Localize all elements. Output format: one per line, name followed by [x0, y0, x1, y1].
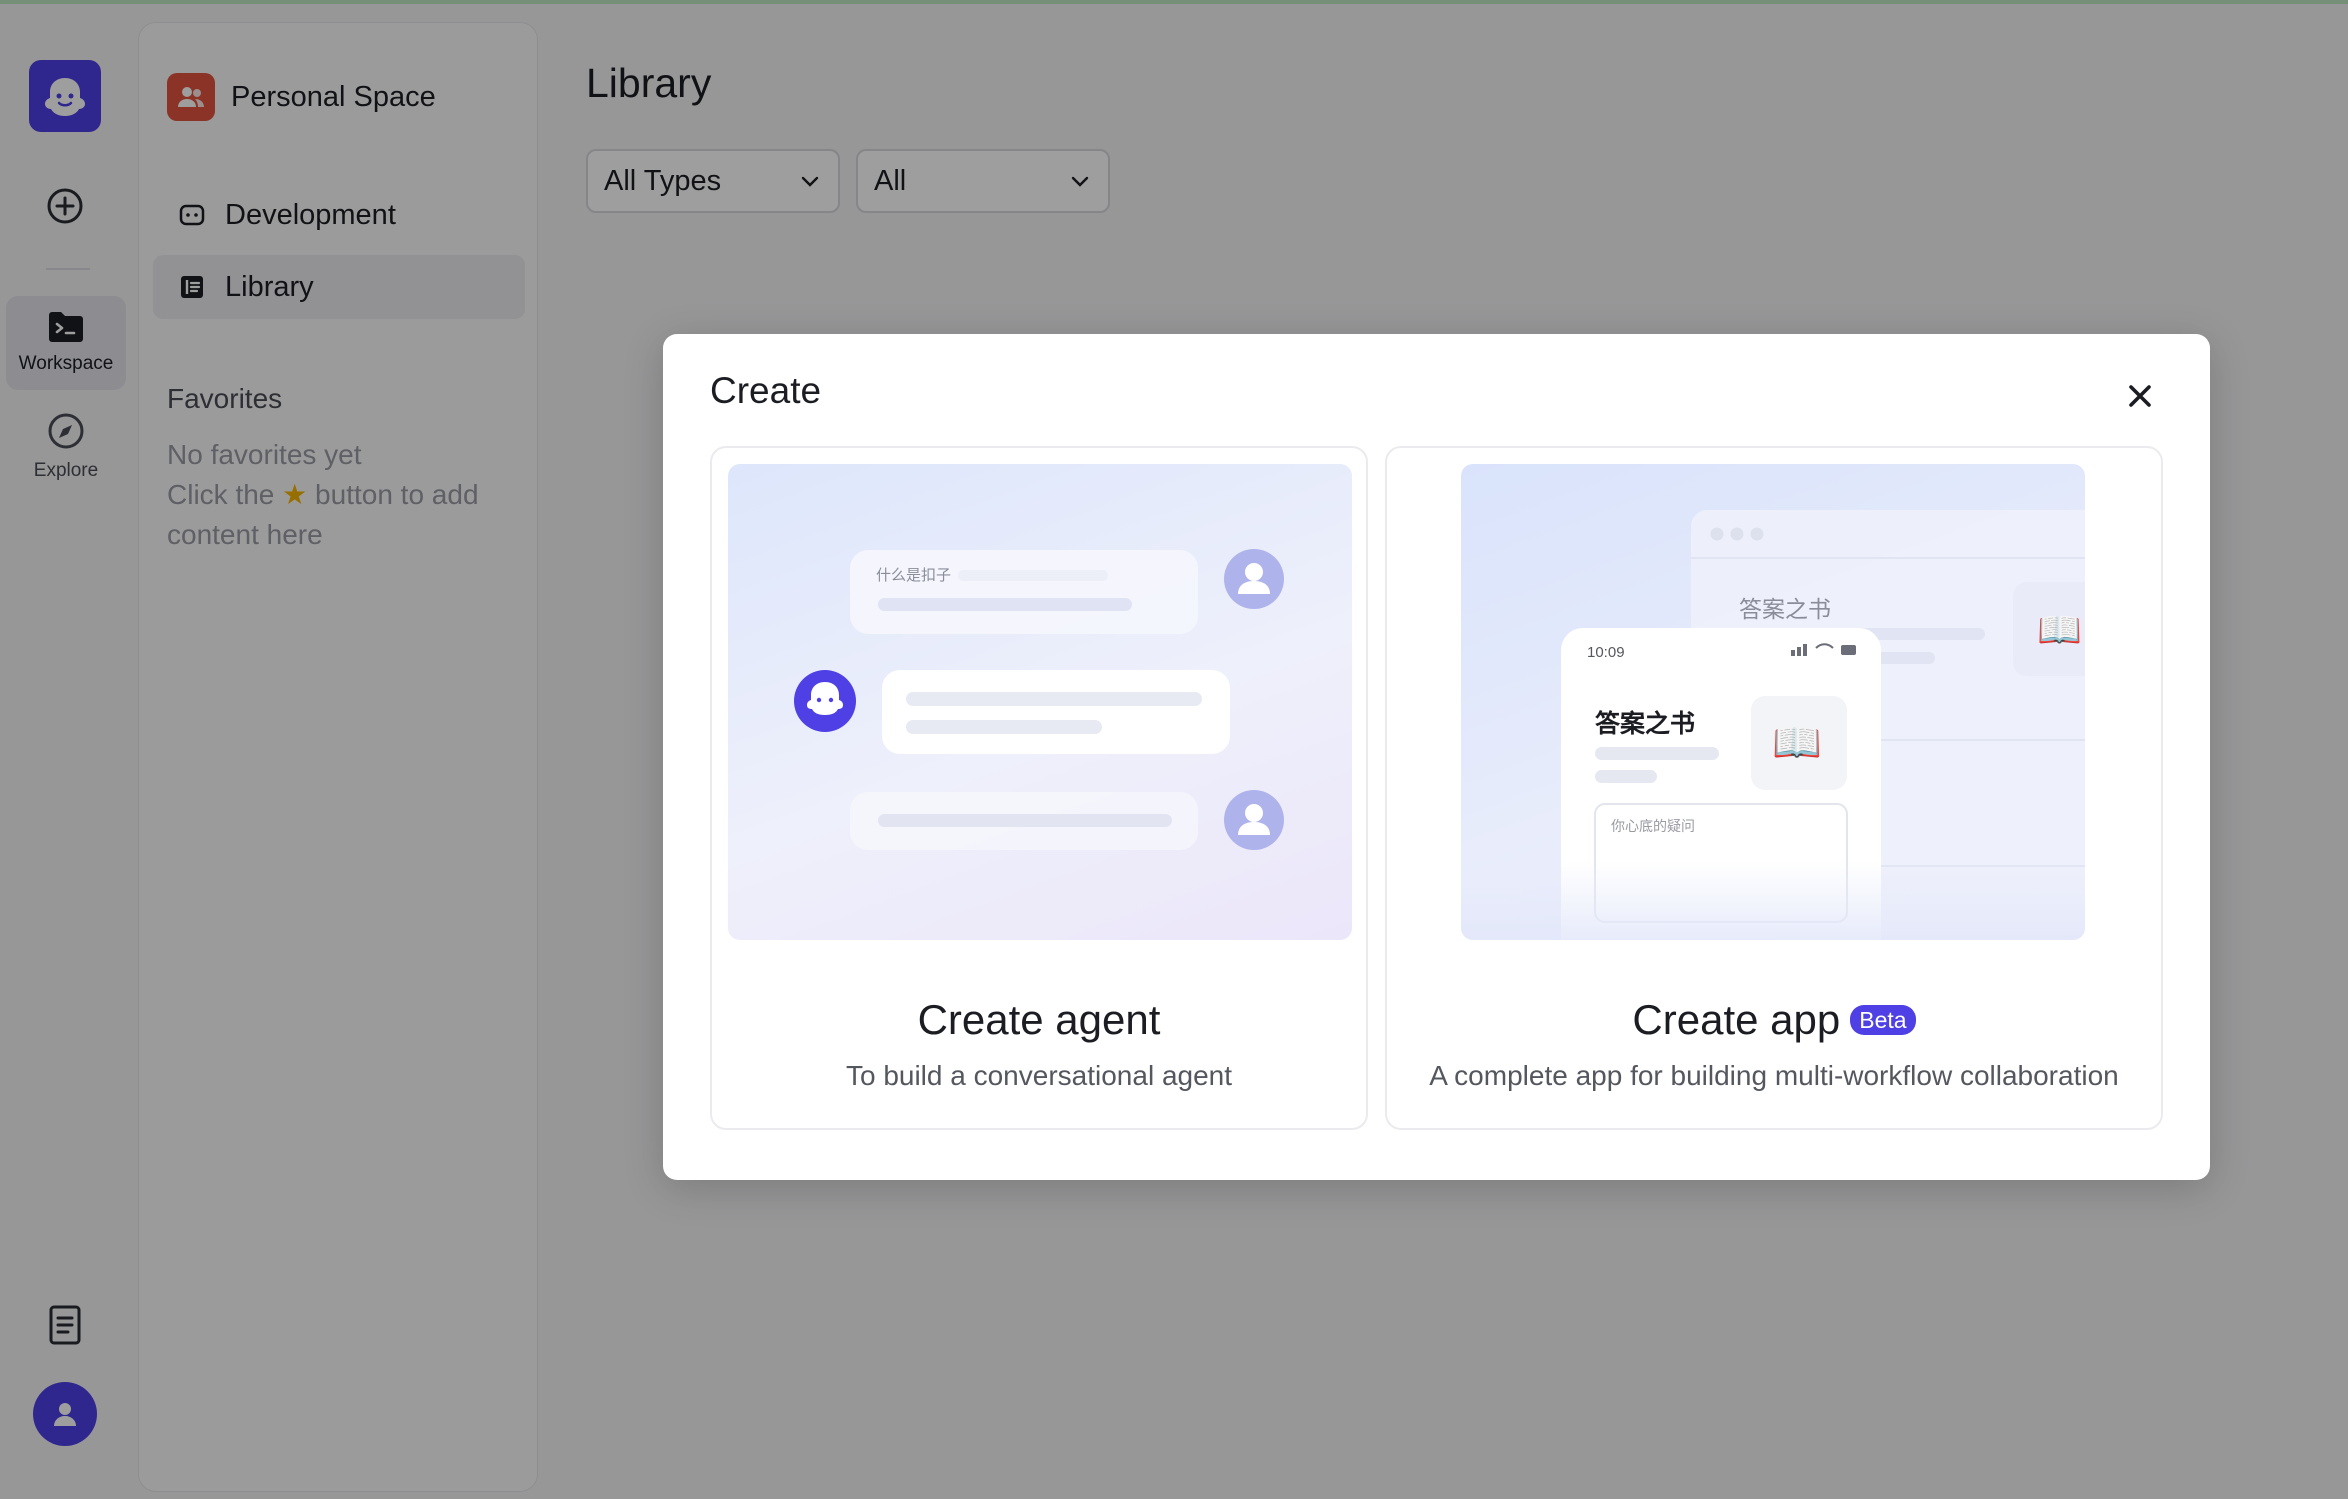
agent-illustration-question: 什么是扣子 — [876, 567, 952, 584]
app-illustration: 📖 📖 答案之书 10:09 答案之书 你心底的疑问 — [1461, 464, 2085, 940]
create-modal: Create 什么是扣子 Create agent To build a con… — [663, 334, 2210, 1180]
beta-badge: Beta — [1850, 1005, 1916, 1035]
create-agent-title: Create agent — [712, 996, 1366, 1044]
create-app-card[interactable]: 📖 📖 答案之书 10:09 答案之书 你心底的疑问 Create app Be… — [1385, 446, 2163, 1130]
create-app-description: A complete app for building multi-workfl… — [1429, 1060, 2119, 1091]
create-app-title-text: Create app — [1632, 996, 1841, 1043]
app-back-title: 答案之书 — [1739, 596, 1831, 622]
agent-illustration: 什么是扣子 — [728, 464, 1352, 940]
create-agent-title-text: Create agent — [917, 996, 1161, 1043]
app-phone-input-placeholder: 你心底的疑问 — [1611, 818, 1695, 834]
svg-text:📖: 📖 — [1772, 720, 1822, 766]
close-button[interactable] — [2118, 374, 2162, 418]
create-agent-card[interactable]: 什么是扣子 Create agent To build a conversati… — [710, 446, 1368, 1130]
create-app-title: Create app Beta — [1387, 996, 2161, 1044]
close-icon — [2129, 385, 2151, 407]
svg-text:📖: 📖 — [2037, 610, 2082, 651]
modal-title: Create — [710, 370, 822, 411]
create-agent-description: To build a conversational agent — [845, 1060, 1233, 1091]
app-phone-time: 10:09 — [1587, 644, 1625, 661]
app-phone-title: 答案之书 — [1595, 710, 1696, 738]
